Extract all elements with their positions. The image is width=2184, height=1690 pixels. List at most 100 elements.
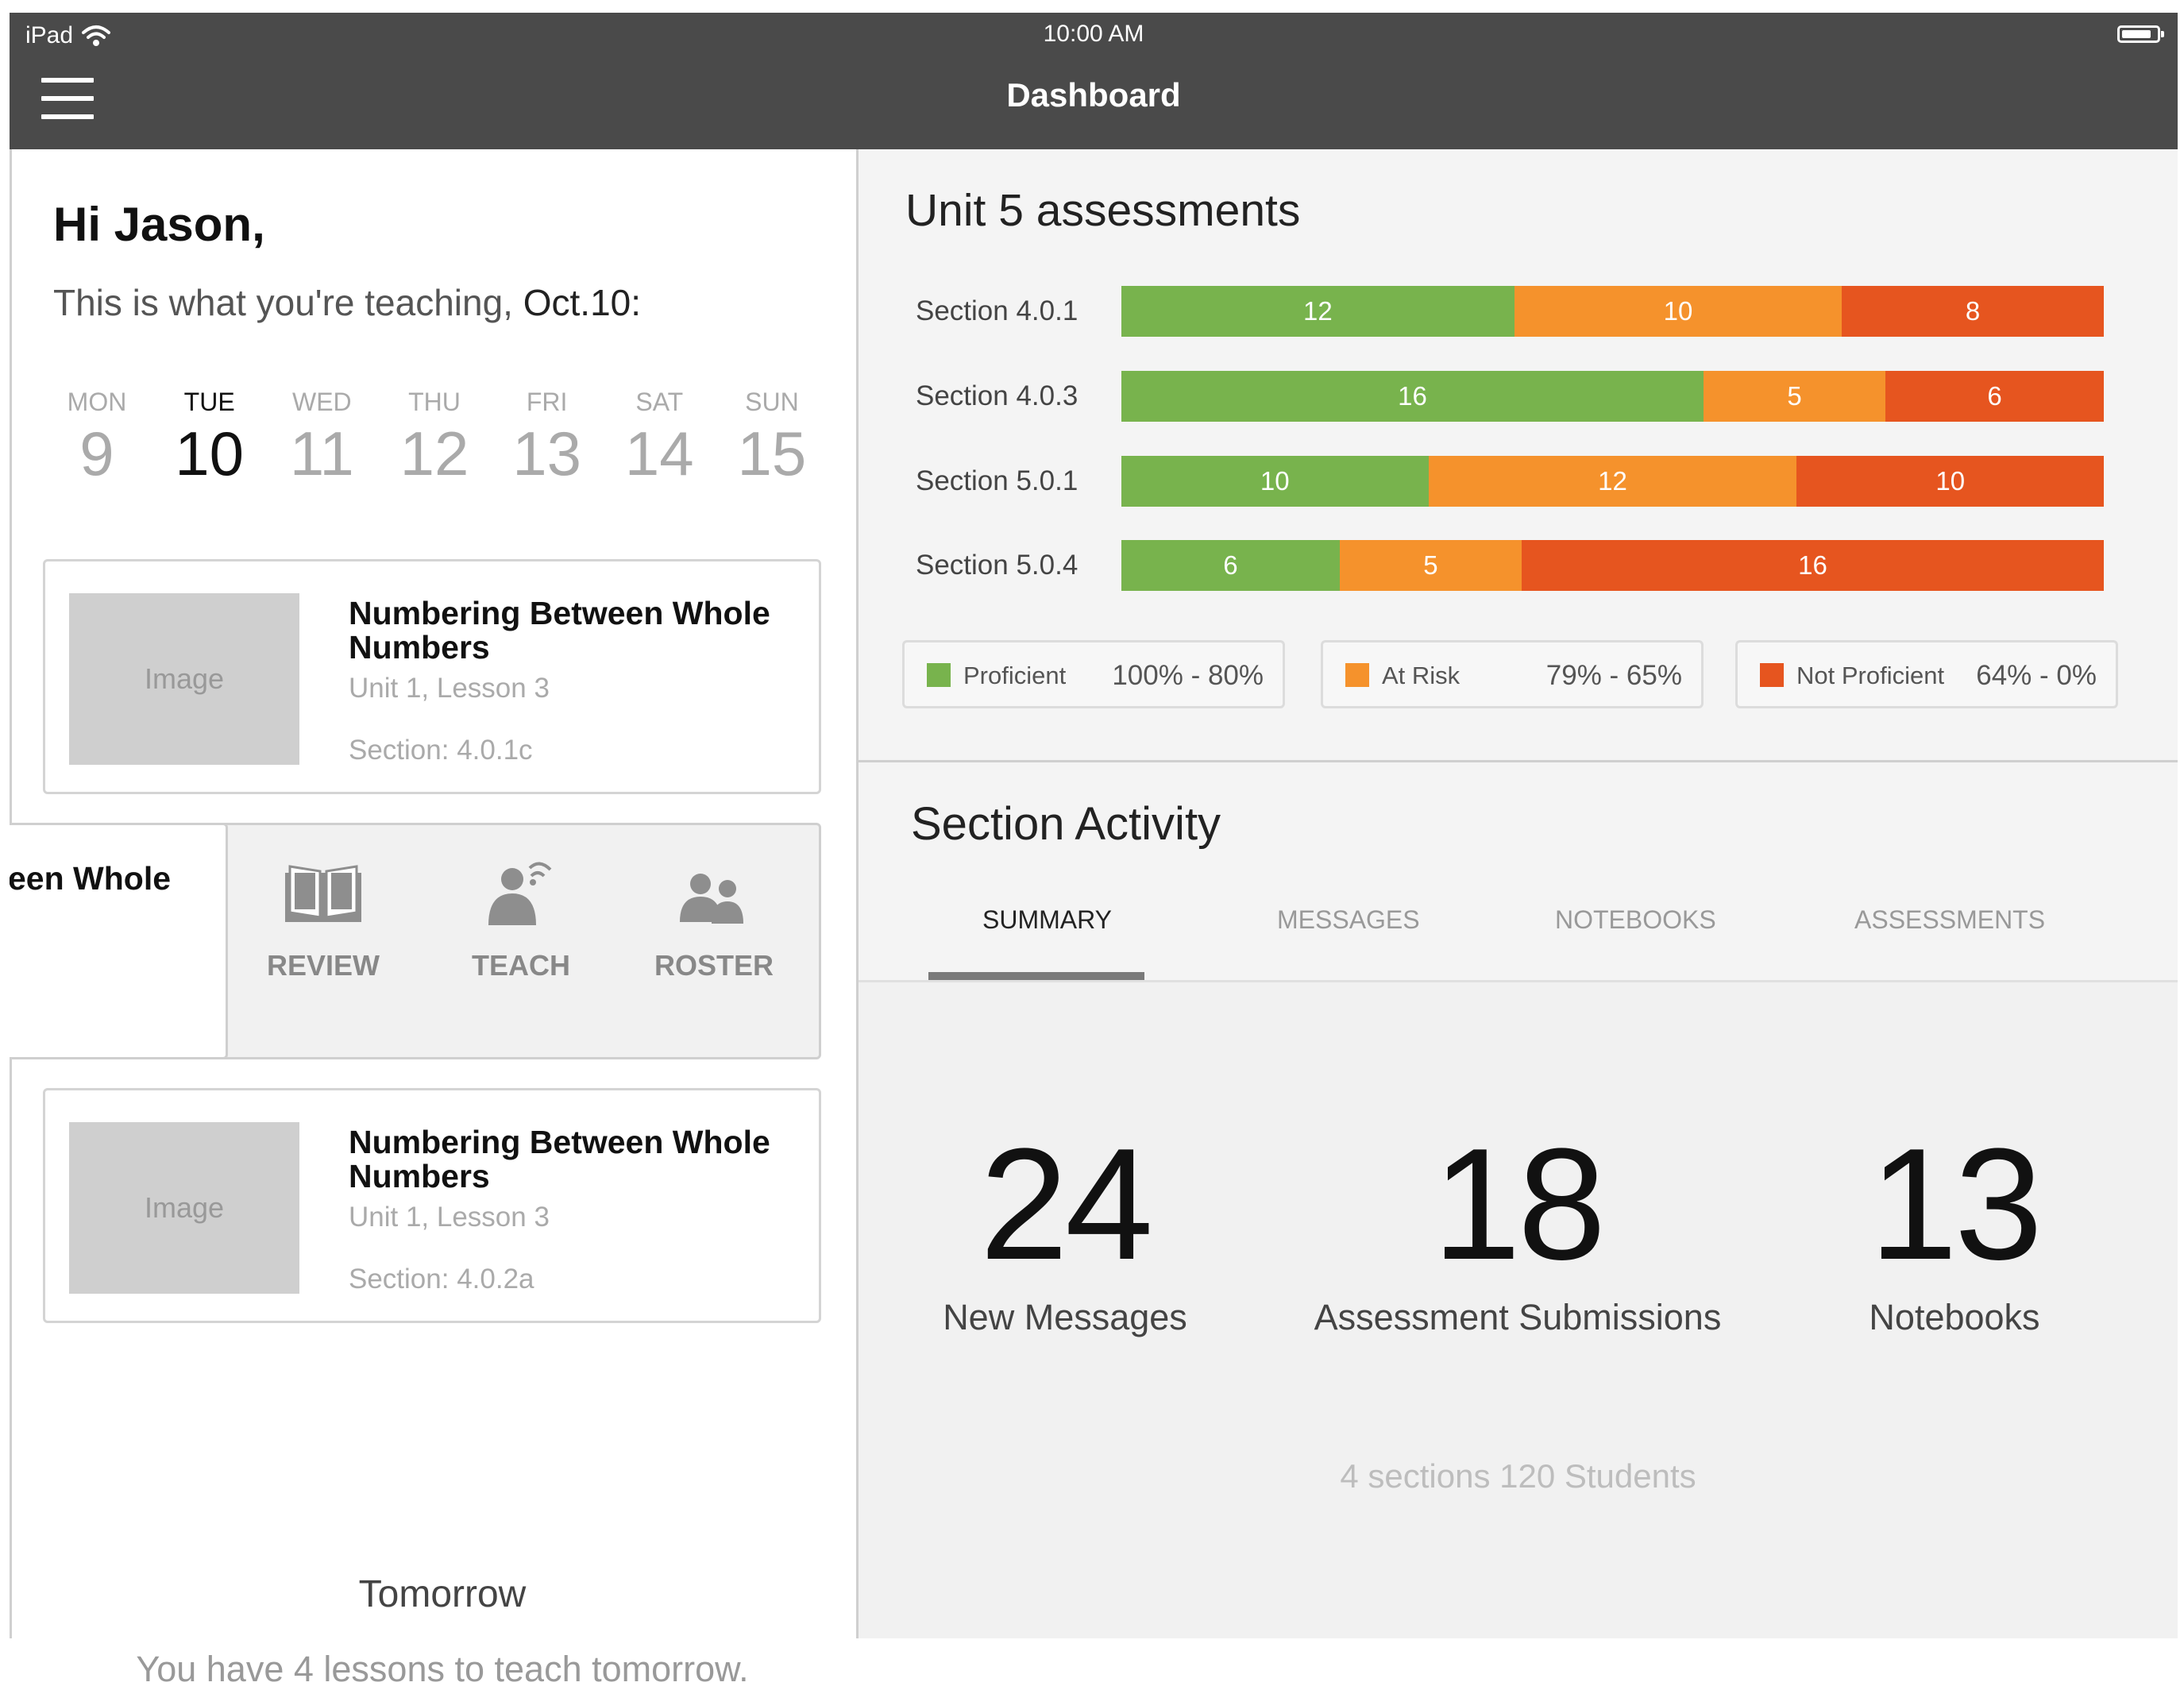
legend-range: 79% - 65%	[1545, 660, 1682, 691]
day-name: THU	[408, 388, 461, 416]
legend-proficient: Proficient 100% - 80%	[902, 640, 1285, 708]
lesson-image-placeholder: Image	[69, 1122, 299, 1294]
stacked-bar[interactable]: 12 10 8	[1121, 286, 2104, 337]
legend-at-risk: At Risk 79% - 65%	[1321, 640, 1704, 708]
lesson-title-fragment: een Whole	[10, 860, 172, 897]
stacked-bar[interactable]: 10 12 10	[1121, 456, 2104, 507]
roster-label: ROSTER	[654, 949, 774, 982]
at-risk-segment: 5	[1339, 540, 1522, 591]
battery-icon	[2117, 25, 2164, 43]
tab-summary[interactable]: SUMMARY	[982, 905, 1112, 935]
legend-label: Not Proficient	[1796, 662, 1945, 689]
teacher-broadcast-icon	[488, 862, 552, 925]
stat-value: 18	[1432, 1116, 1606, 1293]
stat-new-messages: 24 New Messages	[906, 1125, 1224, 1338]
stacked-bar[interactable]: 16 5 6	[1121, 371, 2104, 422]
tab-notebooks[interactable]: NOTEBOOKS	[1555, 905, 1716, 935]
tab-assessments[interactable]: ASSESSMENTS	[1854, 905, 2045, 935]
page-title: Dashboard	[1006, 76, 1181, 114]
stat-notebooks: 13 Notebooks	[1796, 1125, 2113, 1338]
legend-label: At Risk	[1382, 662, 1461, 689]
lesson-title: Numbering Between Whole Numbers	[349, 595, 770, 666]
day-sun[interactable]: SUN 15	[716, 388, 828, 488]
tab-messages[interactable]: MESSAGES	[1277, 905, 1420, 935]
stat-value: 24	[979, 1116, 1153, 1293]
day-name: SAT	[635, 388, 684, 416]
people-icon	[680, 874, 743, 924]
lesson-title: Numbering Between Whole Numbers	[349, 1124, 770, 1195]
lesson-section: Section: 4.0.1c	[349, 735, 533, 766]
stat-value: 13	[1869, 1116, 2043, 1293]
day-number: 9	[79, 419, 114, 488]
day-wed[interactable]: WED 11	[266, 388, 377, 488]
day-sat[interactable]: SAT 14	[604, 388, 715, 488]
lesson-section: Section: 4.0.2a	[349, 1264, 534, 1295]
section-label: Section 4.0.1	[916, 295, 1078, 326]
activity-footer: 4 sections 120 Students	[1340, 1457, 1696, 1495]
week-selector: MON 9 TUE 10 WED 11 THU 12 FRI 13 SAT 14 SUN 15	[41, 388, 828, 488]
day-number: 14	[624, 419, 694, 488]
assessment-row: Section 4.0.1 12 10 8	[859, 286, 2178, 337]
activity-header: Section Activity SUMMARY MESSAGES NOTEBO…	[859, 762, 2178, 982]
at-risk-segment: 5	[1704, 371, 1886, 422]
greeting-heading: Hi Jason,	[53, 198, 265, 251]
section-label: Section 4.0.3	[916, 380, 1078, 411]
review-label: REVIEW	[267, 949, 380, 982]
legend-not-proficient: Not Proficient 64% - 0%	[1735, 640, 2118, 708]
lesson-card[interactable]: Image Numbering Between Whole Numbers Un…	[43, 1088, 821, 1323]
lesson-unit: Unit 1, Lesson 3	[349, 673, 550, 704]
swiped-lesson-card[interactable]: een Whole	[10, 823, 228, 1059]
tomorrow-heading: Tomorrow	[358, 1573, 527, 1615]
day-name: TUE	[183, 388, 235, 416]
day-tue[interactable]: TUE 10	[154, 388, 265, 488]
book-icon	[285, 865, 361, 922]
teach-label: TEACH	[472, 949, 570, 982]
at-risk-segment: 12	[1428, 456, 1797, 507]
active-tab-indicator	[928, 972, 1144, 980]
assessment-row: Section 4.0.3 16 5 6	[859, 371, 2178, 422]
day-number: 11	[289, 419, 354, 488]
not-proficient-segment: 10	[1796, 456, 2104, 507]
section-label: Section 5.0.4	[916, 550, 1078, 581]
assessments-panel: Unit 5 assessments Section 4.0.1 12 10 8 Sec…	[859, 149, 2178, 762]
teach-button[interactable]: TEACH	[472, 862, 570, 982]
stat-assessment-submissions: 18 Assessment Submissions	[1279, 1125, 1756, 1338]
not-proficient-segment: 16	[1521, 540, 2104, 591]
stat-label: Notebooks	[1869, 1297, 2040, 1337]
lesson-unit: Unit 1, Lesson 3	[349, 1202, 550, 1233]
day-fri[interactable]: FRI 13	[492, 388, 603, 488]
activity-summary: 24 New Messages 18 Assessment Submission…	[859, 982, 2178, 1638]
proficient-segment: 10	[1121, 456, 1429, 507]
section-label: Section 5.0.1	[916, 465, 1078, 496]
activity-title: Section Activity	[911, 798, 1221, 850]
day-name: SUN	[745, 388, 799, 416]
proficient-segment: 16	[1121, 371, 1704, 422]
proficient-swatch	[927, 663, 951, 687]
not-proficient-swatch	[1760, 663, 1784, 687]
day-name: WED	[291, 388, 352, 416]
proficient-segment: 6	[1121, 540, 1340, 591]
legend-label: Proficient	[963, 662, 1067, 689]
status-time: 10:00 AM	[1043, 21, 1144, 47]
stacked-bar[interactable]: 6 5 16	[1121, 540, 2104, 591]
section-activity-panel: Section Activity SUMMARY MESSAGES NOTEBO…	[859, 762, 2178, 1638]
assessment-row: Section 5.0.1 10 12 10	[859, 456, 2178, 507]
at-risk-segment: 10	[1514, 286, 1843, 337]
day-name: FRI	[526, 388, 568, 416]
day-number: 13	[512, 419, 581, 488]
day-thu[interactable]: THU 12	[379, 388, 490, 488]
review-button[interactable]: REVIEW	[267, 862, 380, 982]
not-proficient-segment: 6	[1885, 371, 2104, 422]
assessments-title: Unit 5 assessments	[905, 185, 1301, 236]
tomorrow-summary: You have 4 lessons to teach tomorrow.	[136, 1649, 749, 1689]
day-mon[interactable]: MON 9	[41, 388, 152, 488]
legend-range: 100% - 80%	[1112, 660, 1264, 691]
stat-label: New Messages	[943, 1297, 1187, 1337]
lesson-card[interactable]: Image Numbering Between Whole Numbers Un…	[43, 559, 821, 794]
lesson-image-placeholder: Image	[69, 593, 299, 765]
ipad-screen: iPad 10:00 AM Dashboard Hi Jason, This i…	[0, 0, 2184, 1689]
legend-range: 64% - 0%	[1976, 660, 2097, 691]
greeting-subtitle: This is what you're teaching, Oct.10:	[53, 281, 641, 324]
roster-button[interactable]: ROSTER	[654, 862, 774, 982]
not-proficient-segment: 8	[1842, 286, 2104, 337]
